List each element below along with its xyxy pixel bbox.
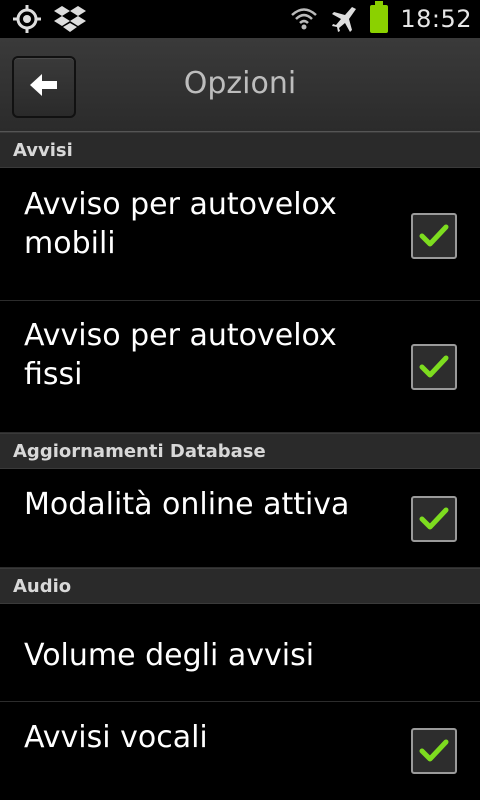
clock: 18:52: [400, 5, 472, 33]
checkbox-avvisi-vocali[interactable]: [411, 728, 457, 774]
airplane-icon: [330, 5, 358, 33]
section-header-label: Avvisi: [13, 139, 73, 161]
checkmark-icon: [419, 224, 449, 247]
status-bar-right: 18:52: [290, 1, 472, 33]
location-target-icon: [12, 4, 42, 34]
setting-row-modalita-online[interactable]: Modalità online attiva: [0, 469, 480, 568]
setting-label: Avviso per autovelox fissi: [24, 318, 337, 392]
section-header-label: Aggiornamenti Database: [13, 440, 266, 462]
section-header-label: Audio: [13, 575, 72, 597]
setting-label: Modalità online attiva: [24, 487, 350, 522]
section-header-database: Aggiornamenti Database: [0, 433, 480, 469]
checkbox-autovelox-fissi[interactable]: [411, 344, 457, 390]
status-bar-left: [12, 4, 86, 34]
setting-label: Avvisi vocali: [24, 720, 208, 755]
checkmark-icon: [419, 507, 449, 530]
setting-row-autovelox-mobili[interactable]: Avviso per autovelox mobili: [0, 168, 480, 301]
setting-label: Volume degli avvisi: [24, 638, 315, 673]
checkmark-icon: [419, 355, 449, 378]
page-title: Opzioni: [183, 66, 297, 101]
section-header-audio: Audio: [0, 568, 480, 604]
setting-row-volume[interactable]: Volume degli avvisi: [0, 604, 480, 702]
dropbox-icon: [54, 5, 86, 33]
section-header-avvisi: Avvisi: [0, 132, 480, 168]
checkbox-modalita-online[interactable]: [411, 496, 457, 542]
checkbox-autovelox-mobili[interactable]: [411, 213, 457, 259]
wifi-icon: [290, 6, 318, 32]
setting-label: Avviso per autovelox mobili: [24, 187, 337, 261]
setting-row-avvisi-vocali[interactable]: Avvisi vocali: [0, 702, 480, 800]
checkmark-icon: [419, 739, 449, 762]
battery-icon: [370, 1, 389, 33]
status-bar: 18:52: [0, 0, 480, 38]
action-bar: Opzioni: [0, 38, 480, 132]
setting-row-autovelox-fissi[interactable]: Avviso per autovelox fissi: [0, 301, 480, 433]
